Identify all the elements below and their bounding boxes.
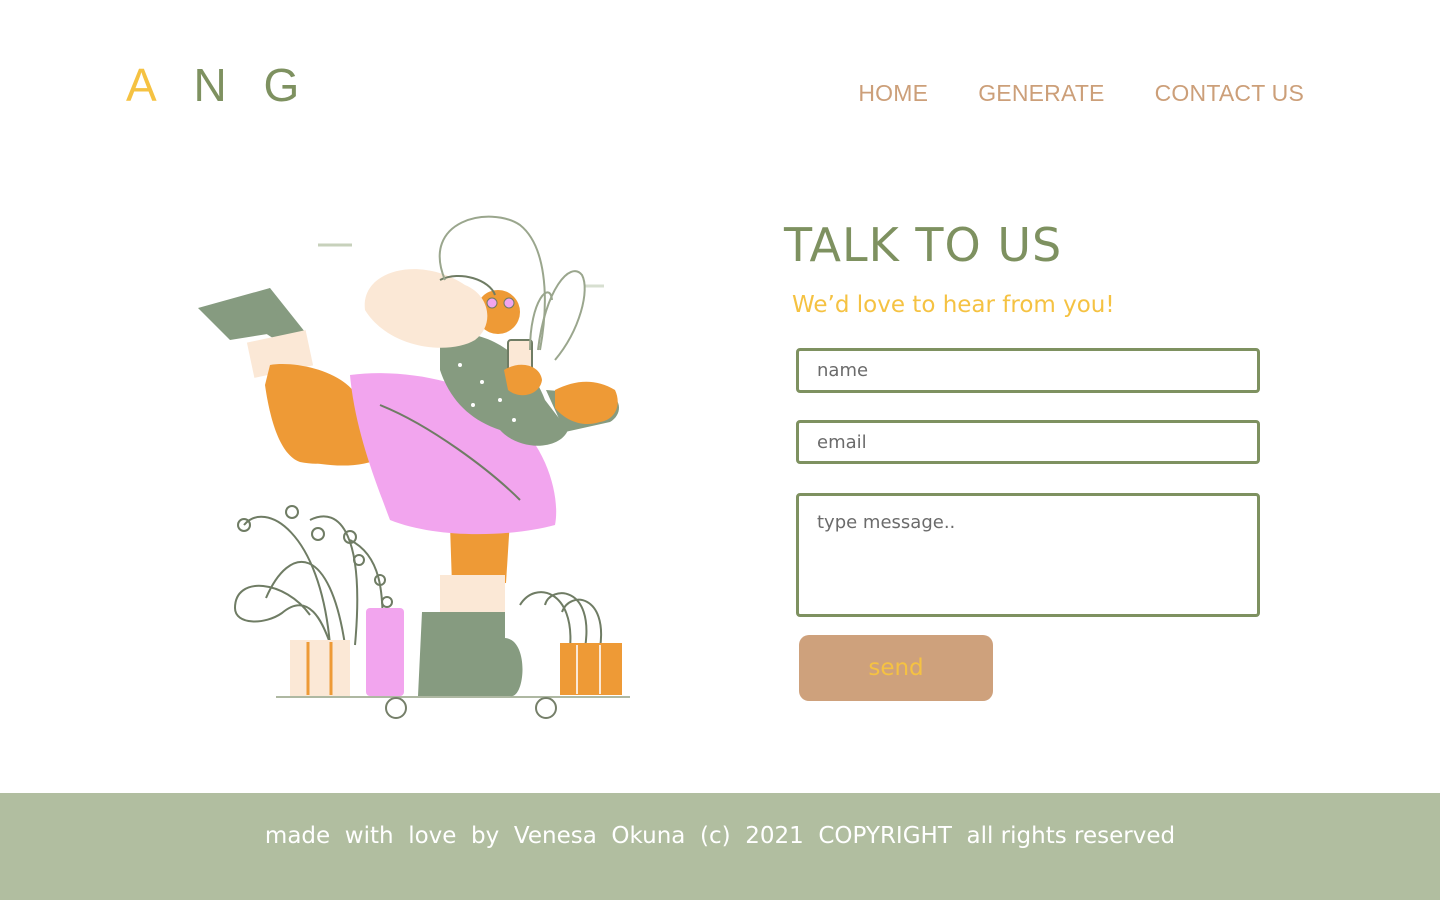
contact-subtitle: We’d love to hear from you! — [792, 292, 1115, 318]
send-button[interactable]: send — [799, 635, 993, 701]
running-woman-illustration-icon — [198, 215, 630, 719]
copyright-text: made with love by Venesa Okuna (c) 2021 … — [264, 823, 1176, 849]
site-logo[interactable]: A N G — [126, 58, 311, 112]
contact-title: TALK TO US — [784, 218, 1063, 272]
main-navigation: HOME GENERATE CONTACT US — [858, 80, 1304, 107]
logo-letter-a: A — [126, 59, 169, 111]
nav-contact-us-link[interactable]: CONTACT US — [1155, 80, 1304, 107]
site-footer: made with love by Venesa Okuna (c) 2021 … — [0, 793, 1440, 900]
message-textarea[interactable] — [796, 493, 1260, 617]
logo-letter-g: G — [263, 59, 312, 111]
nav-home-link[interactable]: HOME — [858, 80, 928, 107]
name-input[interactable] — [796, 348, 1260, 393]
logo-letter-n: N — [193, 59, 239, 111]
nav-generate-link[interactable]: GENERATE — [978, 80, 1104, 107]
email-input[interactable] — [796, 420, 1260, 464]
